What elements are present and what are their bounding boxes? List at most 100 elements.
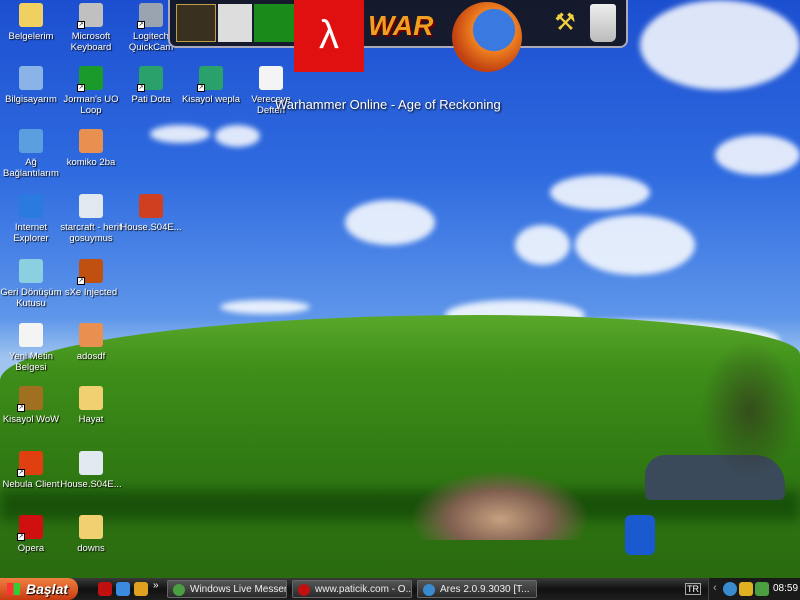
desktop-icon-label: House.S04E... — [60, 479, 122, 490]
desktop-icon-image — [19, 194, 43, 218]
desktop-icon-image: ↗ — [77, 66, 103, 92]
clock: 08:59 — [773, 583, 799, 594]
desktop-icon[interactable]: Geri Dönüşüm Kutusu — [0, 259, 62, 309]
tray-messenger-icon[interactable] — [755, 582, 769, 596]
shortcut-arrow-icon: ↗ — [137, 84, 145, 92]
desktop-icon-label: starcraft - herif gosuymus — [60, 222, 122, 244]
shortcut-arrow-icon: ↗ — [17, 404, 25, 412]
desktop-icon-image: ↗ — [137, 66, 163, 92]
desktop-icon-image — [139, 194, 163, 218]
shortcut-arrow-icon: ↗ — [17, 469, 25, 477]
dock-half-life-icon[interactable]: λ — [294, 0, 364, 72]
desktop-icon-label: Yeni Metin Belgesi — [8, 351, 53, 373]
desktop-icon[interactable]: ↗ Jorman's UO Loop — [60, 66, 122, 116]
desktop-icon-image — [19, 129, 43, 153]
task-ares[interactable]: Ares 2.0.9.3030 [T... — [417, 580, 537, 598]
desktop-icon-image — [19, 259, 43, 283]
desktop-icon-label: Hayat — [78, 414, 104, 425]
task-label: Windows Live Messen... — [190, 584, 286, 595]
desktop-icon[interactable]: ↗ Nebula Client — [0, 451, 62, 490]
desktop-icon[interactable]: Ağ Bağlantılarım — [0, 129, 62, 179]
desktop-icon[interactable]: ↗ sXe Injected — [60, 259, 122, 298]
ares-icon — [423, 584, 435, 596]
dock-firefox-icon[interactable] — [452, 2, 522, 72]
task-paticik[interactable]: www.paticik.com - O... — [292, 580, 412, 598]
opera-icon — [298, 584, 310, 596]
messenger-icon — [173, 584, 185, 596]
desktop-icon-label: Geri Dönüşüm Kutusu — [0, 287, 62, 309]
desktop-icon-image — [79, 515, 103, 539]
desktop-icon[interactable]: downs — [60, 515, 122, 554]
desktop-icon-label: Kisayol wepla — [181, 94, 241, 105]
tray-expand-icon[interactable]: ‹ — [713, 582, 717, 594]
game-dock: λ WAR ⚒ — [168, 0, 628, 72]
desktop-icon[interactable]: House.S04E... — [60, 451, 122, 490]
desktop-icon-image — [79, 386, 103, 410]
desktop-icon-label: Ağ Bağlantılarım — [3, 157, 59, 179]
dock-trackmania-icon[interactable] — [254, 4, 296, 42]
quicklaunch-more-chevron-icon[interactable]: » — [153, 580, 159, 591]
picnic-group — [410, 470, 590, 540]
desktop-icon-label: Internet Explorer — [13, 222, 49, 244]
system-tray: ‹ 08:59 — [708, 578, 800, 600]
desktop-icon-image: ↗ — [17, 515, 43, 541]
desktop-icon[interactable]: Hayat — [60, 386, 122, 425]
quicklaunch-opera-icon[interactable] — [98, 582, 112, 596]
dock-warhammer-icon[interactable]: WAR — [368, 10, 454, 70]
desktop-icon[interactable]: ↗ Kisayol WoW — [0, 386, 62, 425]
desktop-icon-image: ↗ — [17, 451, 43, 477]
desktop-icon-label: Nebula Client — [2, 479, 60, 490]
desktop-icon-label: komiko 2ba — [66, 157, 116, 168]
desktop-icon-label: Pati Dota — [131, 94, 171, 105]
desktop-icon-label: Microsoft Keyboard — [70, 31, 112, 53]
task-label: Ares 2.0.9.3030 [T... — [440, 584, 530, 595]
desktop-icon-image — [19, 66, 43, 90]
desktop-icon-label: Kisayol WoW — [2, 414, 60, 425]
desktop-icon[interactable]: ↗ Pati Dota — [120, 66, 182, 105]
desktop-icon[interactable]: ↗ Microsoft Keyboard — [60, 3, 122, 53]
dock-warcraft-icon[interactable] — [176, 4, 216, 42]
shortcut-arrow-icon: ↗ — [77, 21, 85, 29]
desktop-icon-image — [79, 451, 103, 475]
desktop-icon-image — [79, 129, 103, 153]
tree — [700, 340, 800, 480]
desktop-icon[interactable]: Bilgisayarım — [0, 66, 62, 105]
language-indicator[interactable]: TR — [685, 583, 701, 595]
desktop-icon[interactable]: Internet Explorer — [0, 194, 62, 244]
dock-recycle-bin-icon[interactable] — [590, 4, 616, 42]
quicklaunch-ie-icon[interactable] — [116, 582, 130, 596]
desktop-icon-image: ↗ — [77, 3, 103, 29]
dock-counter-strike-icon[interactable] — [218, 4, 252, 42]
desktop-icon-label: Jorman's UO Loop — [63, 94, 119, 116]
desktop-icon-label: Opera — [17, 543, 45, 554]
dock-tool-icon[interactable]: ⚒ — [550, 4, 580, 42]
desktop-icon[interactable]: starcraft - herif gosuymus — [60, 194, 122, 244]
desktop-icon-image — [19, 323, 43, 347]
tray-ares-icon[interactable] — [723, 582, 737, 596]
desktop-icon[interactable]: Yeni Metin Belgesi — [0, 323, 62, 373]
shortcut-arrow-icon: ↗ — [137, 21, 145, 29]
desktop-icon[interactable]: komiko 2ba — [60, 129, 122, 168]
desktop-icon[interactable]: Belgelerim — [0, 3, 62, 42]
start-label: Başlat — [26, 581, 69, 597]
task-messenger[interactable]: Windows Live Messen... — [167, 580, 287, 598]
desktop-icon-image: ↗ — [197, 66, 223, 92]
desktop-icon-label: adosdf — [76, 351, 106, 362]
desktop-icon[interactable]: House.S04E... — [120, 194, 182, 233]
desktop-icon-image — [79, 323, 103, 347]
shortcut-arrow-icon: ↗ — [77, 84, 85, 92]
desktop-icon[interactable]: adosdf — [60, 323, 122, 362]
taskbar: Başlat » Windows Live Messen... www.pati… — [0, 578, 800, 600]
desktop-icon[interactable]: ↗ Kisayol wepla — [180, 66, 242, 105]
start-button[interactable]: Başlat — [0, 578, 78, 600]
shortcut-arrow-icon: ↗ — [17, 533, 25, 541]
desktop-icon-image — [79, 194, 103, 218]
desktop-icon-label: Belgelerim — [8, 31, 54, 42]
desktop-icon-label: House.S04E... — [120, 222, 182, 233]
desktop-icon[interactable]: ↗ Opera — [0, 515, 62, 554]
tray-power-icon[interactable] — [739, 582, 753, 596]
shortcut-arrow-icon: ↗ — [197, 84, 205, 92]
desktop-icon-image — [19, 3, 43, 27]
quicklaunch-winamp-icon[interactable] — [134, 582, 148, 596]
desktop-icon-image: ↗ — [137, 3, 163, 29]
